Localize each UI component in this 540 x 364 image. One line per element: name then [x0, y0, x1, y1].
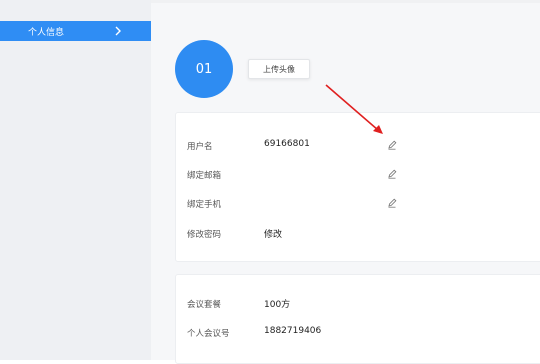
sidebar-item-personal-info[interactable]: 个人信息: [0, 21, 151, 41]
bind-email-label: 绑定邮箱: [187, 171, 222, 181]
username-label: 用户名: [187, 142, 213, 152]
upload-avatar-button[interactable]: 上传头像: [248, 59, 310, 79]
personal-meeting-id-label: 个人会议号: [187, 329, 230, 339]
avatar-text: 01: [195, 61, 213, 77]
row-personal-meeting-id: 个人会议号 1882719406: [176, 325, 540, 341]
meeting-plan-label: 会议套餐: [187, 300, 222, 310]
row-change-password: 修改密码 修改: [176, 226, 540, 242]
change-password-label: 修改密码: [187, 230, 222, 240]
meeting-plan-value: 100方: [264, 300, 291, 310]
personal-meeting-id-value: 1882719406: [264, 326, 322, 336]
change-password-link[interactable]: 修改: [264, 227, 282, 240]
avatar: 01: [175, 40, 233, 98]
sidebar: 个人信息: [0, 0, 151, 360]
row-meeting-plan: 会议套餐 100方: [176, 296, 540, 312]
row-bind-email: 绑定邮箱: [176, 167, 540, 183]
username-value: 69166801: [264, 139, 310, 149]
bind-phone-label: 绑定手机: [187, 200, 222, 210]
row-bind-phone: 绑定手机: [176, 196, 540, 212]
account-info-card: 用户名 69166801 绑定邮箱 绑定手机 修改密码 修改: [175, 112, 540, 262]
row-username: 用户名 69166801: [176, 138, 540, 154]
meeting-info-card: 会议套餐 100方 个人会议号 1882719406: [175, 274, 540, 364]
sidebar-item-label: 个人信息: [28, 27, 65, 38]
pencil-icon[interactable]: [386, 168, 398, 180]
pencil-icon[interactable]: [386, 197, 398, 209]
pencil-icon[interactable]: [386, 139, 398, 151]
top-divider: [151, 0, 540, 3]
chevron-right-icon: [115, 26, 121, 36]
